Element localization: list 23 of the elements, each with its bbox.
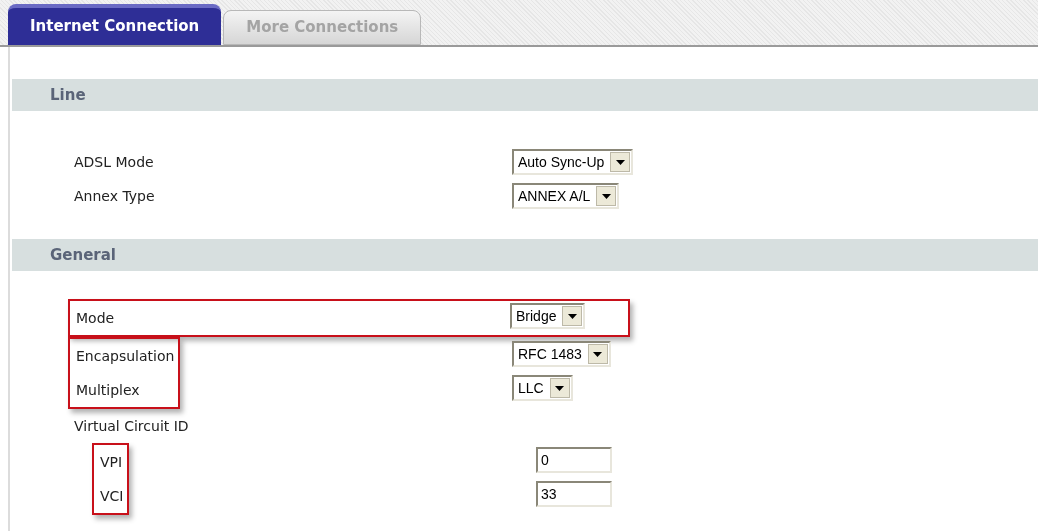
input-field[interactable]: 33 [536,481,612,507]
section-header: Line [12,79,1038,111]
dropdown[interactable]: Auto Sync-Up [512,149,634,175]
dropdown[interactable]: Bridge [510,303,586,329]
field-label: Annex Type [74,186,155,206]
dropdown[interactable]: RFC 1483 [512,341,611,367]
field-label: VPI [100,452,123,472]
field-label: Multiplex [76,380,140,400]
dropdown[interactable]: ANNEX A/L [512,183,620,209]
field-label: Virtual Circuit ID [74,416,189,436]
section-header: General [12,239,1038,271]
dropdown[interactable]: LLC [512,375,573,401]
field-label: VCI [100,486,124,506]
caret-icon [562,306,583,326]
field-label: ADSL Mode [74,152,154,172]
caret-icon [596,186,617,206]
caret-icon [610,152,631,172]
field-label: Encapsulation [76,346,175,366]
field-label: Mode [76,308,115,328]
caret-icon [549,378,570,398]
caret-icon [587,344,608,364]
input-field[interactable]: 0 [536,447,612,473]
tab[interactable]: Internet Connection [8,4,222,45]
